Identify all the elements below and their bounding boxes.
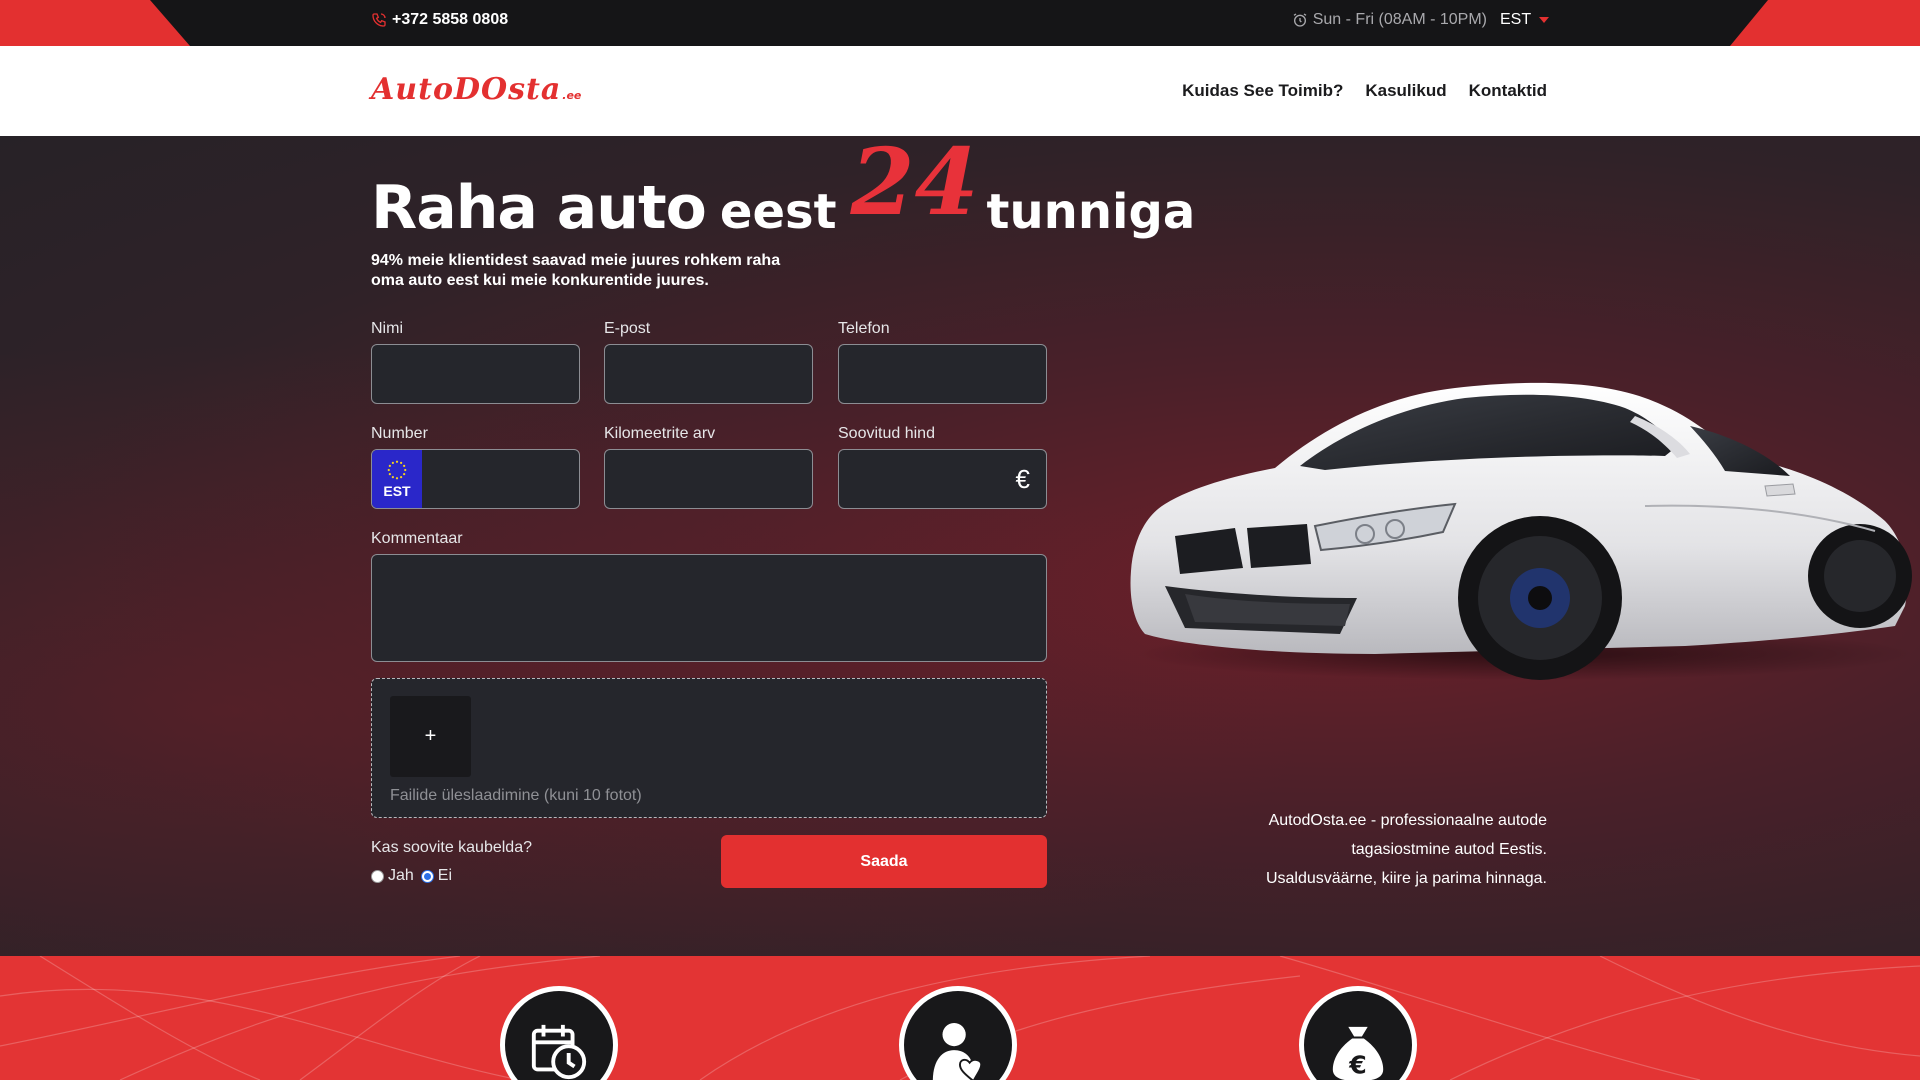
phone-number: +372 5858 0808 — [392, 11, 509, 28]
radio-no[interactable] — [420, 869, 434, 883]
nav-item-useful[interactable]: Kasulikud — [1365, 81, 1446, 101]
nav-item-how-it-works[interactable]: Kuidas See Toimib? — [1182, 81, 1343, 101]
phone-label: Telefon — [838, 320, 890, 337]
hero-title-part3: tunniga — [986, 184, 1196, 240]
features-band: € — [0, 956, 1920, 1080]
radio-yes[interactable] — [371, 869, 384, 883]
logo-tld: .ee — [562, 89, 582, 102]
alarm-clock-icon — [1293, 13, 1307, 27]
name-input[interactable] — [372, 345, 579, 403]
plus-icon: + — [424, 725, 437, 747]
opening-hours: Sun - Fri (08AM - 10PM) — [1292, 11, 1487, 29]
email-label: E-post — [604, 320, 651, 337]
hero-section: Raha auto eest 24 tunniga 94% meie klien… — [0, 136, 1920, 956]
eu-plate-badge: EST — [372, 450, 422, 508]
nav-item-contacts[interactable]: Kontaktid — [1469, 81, 1547, 101]
site-logo[interactable]: AutoDOsta .ee — [371, 72, 581, 107]
submit-button[interactable]: Saada — [721, 835, 1047, 888]
file-upload-dropzone[interactable]: + Failide üleslaadimine (kuni 10 fotot) — [371, 678, 1047, 818]
logo-text: AutoDOsta — [371, 72, 562, 107]
hero-subtitle: 94% meie klientidest saavad meie juures … — [371, 252, 781, 289]
money-bag-euro-icon: € — [1332, 1026, 1384, 1080]
negotiate-question: Kas soovite kaubelda? — [371, 839, 532, 856]
email-field[interactable] — [604, 344, 813, 404]
price-label: Soovitud hind — [838, 425, 935, 442]
comment-textarea[interactable] — [372, 555, 1046, 661]
about-line-3: Usaldusväärne, kiire ja parima hinnaga. — [1265, 870, 1547, 887]
phone-icon — [372, 13, 386, 27]
phone-input[interactable] — [839, 345, 1046, 403]
svg-text:€: € — [1348, 1050, 1367, 1079]
hero-title-number: 24 — [850, 136, 979, 236]
language-label: EST — [1500, 11, 1532, 28]
phone-field[interactable] — [838, 344, 1047, 404]
plate-number-field[interactable]: EST — [371, 449, 580, 509]
add-file-button[interactable]: + — [390, 696, 471, 777]
eu-stars-icon — [387, 460, 407, 480]
euro-icon: € — [1015, 464, 1030, 494]
hero-title: Raha auto eest 24 tunniga — [371, 136, 1196, 250]
plate-label: Number — [371, 425, 428, 442]
radio-no-label: Ei — [437, 867, 453, 884]
car-image — [1130, 382, 1915, 680]
radio-yes-label: Jah — [388, 867, 414, 884]
name-label: Nimi — [371, 320, 403, 337]
name-field[interactable] — [371, 344, 580, 404]
negotiate-radio-group: Jah Ei — [371, 867, 452, 885]
about-line-2: tagasiostmine autod Eestis. — [1351, 841, 1547, 858]
price-field[interactable]: € — [838, 449, 1047, 509]
mileage-field[interactable] — [604, 449, 813, 509]
plate-country-code: EST — [383, 483, 411, 499]
top-bar-red-corner-right — [1730, 0, 1920, 46]
calendar-clock-icon — [531, 1024, 587, 1080]
mileage-input[interactable] — [605, 450, 812, 508]
hero-title-part1: Raha auto — [371, 173, 707, 243]
comment-field[interactable] — [371, 554, 1047, 662]
comment-label: Kommentaar — [371, 530, 463, 547]
person-heart-icon — [932, 1022, 983, 1080]
main-nav: Kuidas See Toimib? Kasulikud Kontaktid — [1182, 81, 1547, 101]
site-header: AutoDOsta .ee Kuidas See Toimib? Kasulik… — [0, 46, 1920, 136]
language-selector[interactable]: EST — [1500, 11, 1550, 29]
hero-title-part2: eest — [719, 184, 837, 240]
phone-link[interactable]: +372 5858 0808 — [371, 11, 508, 29]
email-input[interactable] — [605, 345, 812, 403]
top-bar: +372 5858 0808 Sun - Fri (08AM - 10PM) E… — [0, 0, 1920, 46]
upload-hint: Failide üleslaadimine (kuni 10 fotot) — [390, 787, 642, 804]
chevron-down-icon — [1539, 17, 1550, 23]
about-line-1: AutodOsta.ee - professionaalne autode — [1268, 812, 1547, 829]
about-text: AutodOsta.ee - professionaalne autode ta… — [1227, 806, 1547, 893]
top-bar-red-corner-left — [0, 0, 190, 46]
opening-hours-text: Sun - Fri (08AM - 10PM) — [1312, 11, 1487, 28]
km-label: Kilomeetrite arv — [604, 425, 716, 442]
